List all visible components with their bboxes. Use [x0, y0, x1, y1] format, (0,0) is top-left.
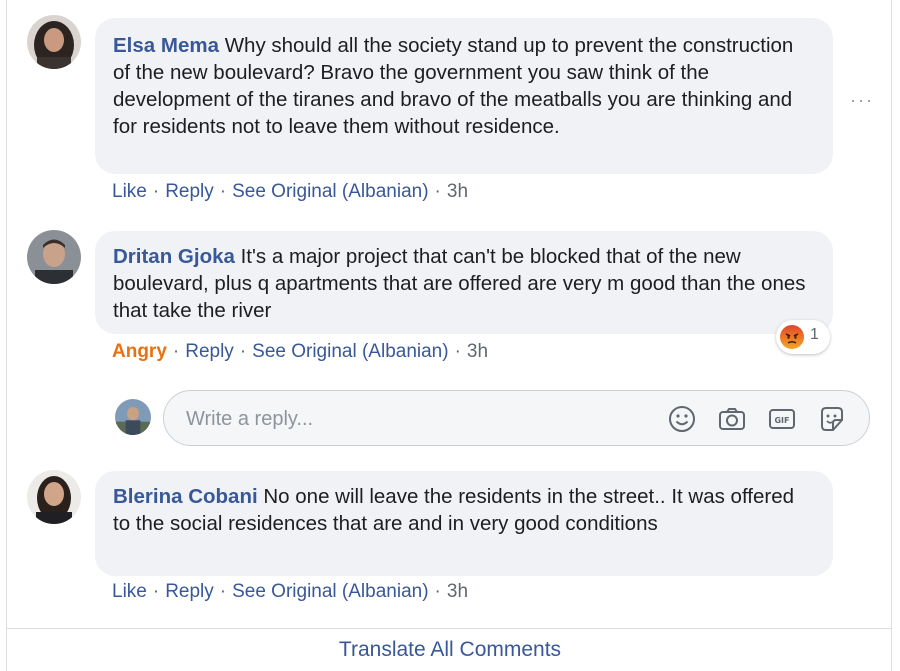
- comment-actions: Angry · Reply · See Original (Albanian) · 3h: [112, 341, 489, 362]
- emoji-icon[interactable]: [667, 404, 697, 434]
- reply-link[interactable]: Reply: [165, 581, 214, 602]
- reply-link[interactable]: Reply: [185, 341, 234, 362]
- timestamp[interactable]: 3h: [447, 581, 468, 602]
- comment-author[interactable]: Dritan Gjoka: [113, 245, 235, 268]
- current-user-avatar: [115, 399, 151, 435]
- angry-reaction-icon: [780, 325, 804, 349]
- like-link[interactable]: Like: [112, 581, 147, 602]
- comment-actions: Like · Reply · See Original (Albanian) · 3h: [112, 181, 469, 202]
- sticker-icon[interactable]: [817, 404, 847, 434]
- svg-text:GIF: GIF: [774, 416, 789, 425]
- comment-bubble: Blerina Cobani No one will leave the res…: [95, 471, 833, 576]
- timestamp[interactable]: 3h: [447, 181, 468, 202]
- reaction-count: 1: [810, 326, 819, 343]
- see-original-link[interactable]: See Original (Albanian): [232, 181, 428, 202]
- timestamp[interactable]: 3h: [467, 341, 488, 362]
- divider: [6, 628, 892, 629]
- see-original-link[interactable]: See Original (Albanian): [232, 581, 428, 602]
- gif-icon[interactable]: GIF: [767, 404, 797, 434]
- like-link[interactable]: Like: [112, 181, 147, 202]
- reply-composer[interactable]: GIF: [163, 390, 870, 446]
- more-options-icon[interactable]: ···: [850, 90, 874, 111]
- comment-author[interactable]: Blerina Cobani: [113, 485, 258, 508]
- translate-all-comments-link[interactable]: Translate All Comments: [0, 638, 900, 662]
- comment-bubble: Elsa Mema Why should all the society sta…: [95, 18, 833, 174]
- comment-actions: Like · Reply · See Original (Albanian) · 3h: [112, 581, 469, 602]
- camera-icon[interactable]: [717, 404, 747, 434]
- reply-input[interactable]: [184, 404, 628, 434]
- angry-link[interactable]: Angry: [112, 341, 167, 362]
- reaction-summary[interactable]: 1: [776, 320, 830, 354]
- avatar[interactable]: [27, 470, 81, 524]
- comment-author[interactable]: Elsa Mema: [113, 34, 219, 57]
- reply-link[interactable]: Reply: [165, 181, 214, 202]
- comment-bubble: Dritan Gjoka It's a major project that c…: [95, 231, 833, 334]
- see-original-link[interactable]: See Original (Albanian): [252, 341, 448, 362]
- avatar[interactable]: [27, 15, 81, 69]
- avatar[interactable]: [27, 230, 81, 284]
